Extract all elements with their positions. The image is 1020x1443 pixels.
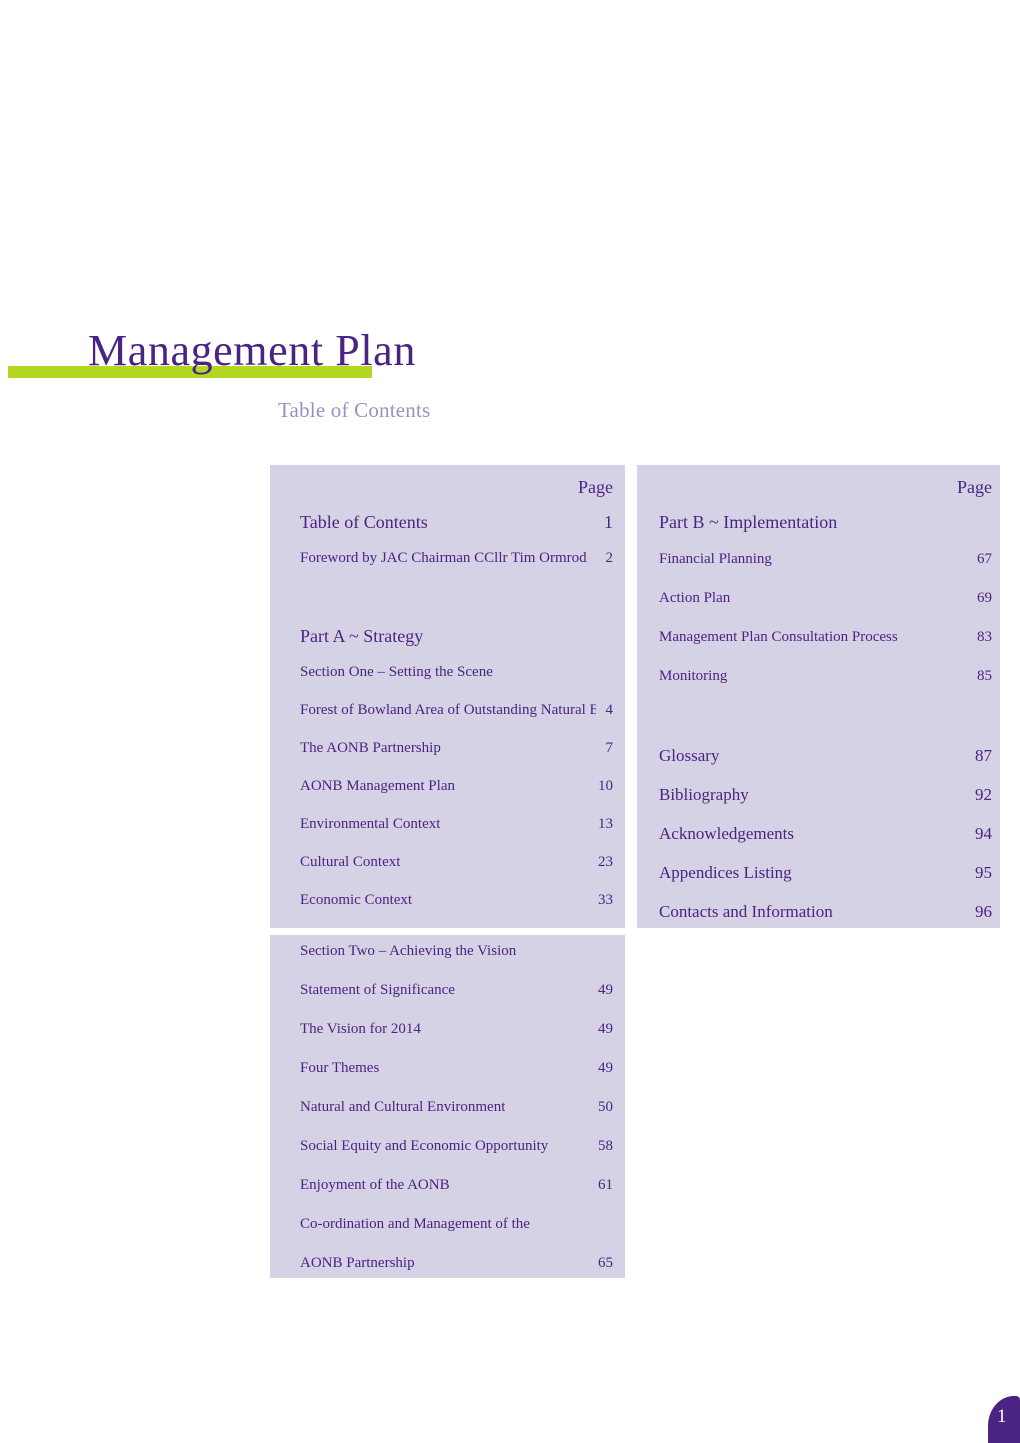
toc-entry-title: Enjoyment of the AONB — [300, 1177, 450, 1193]
toc-entry[interactable]: Section Two – Achieving the Vision — [300, 943, 613, 963]
toc-entry-page: 96 — [975, 902, 992, 921]
toc-entry[interactable]: Co-ordination and Management of the — [300, 1216, 613, 1236]
toc-entry-title: Foreword by JAC Chairman CCllr Tim Ormro… — [300, 550, 587, 566]
page-column-header: Page — [578, 477, 613, 497]
toc-entry[interactable]: Management Plan Consultation Process 83 — [659, 629, 992, 649]
toc-entry-title: The AONB Partnership — [300, 740, 441, 756]
toc-entry[interactable]: Action Plan 69 — [659, 590, 992, 610]
toc-entry-page: 50 — [598, 1099, 613, 1115]
toc-entry-title: Co-ordination and Management of the — [300, 1216, 530, 1232]
page-title: Management Plan — [88, 326, 416, 375]
toc-entry[interactable]: Natural and Cultural Environment 50 — [300, 1099, 613, 1119]
toc-entry-page: 23 — [598, 854, 613, 870]
toc-entry[interactable]: Environmental Context 13 — [300, 816, 613, 836]
toc-rows-document-two: Section Two – Achieving the Vision Statem… — [270, 935, 625, 1278]
toc-entry-title: Section One – Setting the Scene — [300, 664, 493, 680]
toc-panel-document-two: Section Two – Achieving the Vision Statem… — [270, 935, 625, 1278]
toc-rows-document-one: Page Table of Contents 1 Foreword by JAC Ch… — [270, 465, 625, 928]
toc-entry-title: Acknowledgements — [659, 824, 795, 843]
toc-entry-page: 83 — [977, 629, 992, 645]
toc-entry[interactable]: Statement of Significance 49 — [300, 982, 613, 1002]
toc-entry-page: 49 — [598, 982, 613, 998]
toc-entry-title: Bibliography — [659, 785, 749, 804]
toc-entry[interactable] — [659, 707, 992, 727]
toc-entry-page: 33 — [598, 892, 613, 908]
toc-entry-page: 2 — [605, 550, 614, 566]
page-column-header: Page — [957, 477, 992, 497]
toc-entry-page: 49 — [598, 1021, 613, 1037]
toc-entry-title: AONB Management Plan — [300, 778, 455, 794]
toc-entry-page: 7 — [605, 740, 614, 756]
toc-entry-title: Part B ~ Implementation — [659, 512, 838, 532]
toc-entry-title: Economic Context — [300, 892, 413, 908]
toc-entry[interactable]: Economic Context 33 — [300, 892, 613, 912]
toc-entry[interactable]: The AONB Partnership 7 — [300, 740, 613, 760]
toc-entry-title: Natural and Cultural Environment — [300, 1099, 506, 1115]
toc-entry-page: 4 — [605, 702, 614, 718]
toc-entry-page: 94 — [975, 824, 992, 843]
page-number-badge: 1 — [988, 1396, 1020, 1443]
toc-entry[interactable]: Foreword by JAC Chairman CCllr Tim Ormro… — [300, 550, 613, 570]
toc-entry-title: The Vision for 2014 — [300, 1021, 421, 1037]
toc-entry[interactable]: Glossary 87 — [659, 746, 992, 766]
toc-entry-page: 1 — [604, 512, 613, 532]
toc-entry-title: Section Two – Achieving the Vision — [300, 943, 517, 959]
page-number-label: 1 — [997, 1406, 1007, 1427]
toc-entry-title: Forest of Bowland Area of Outstanding Na… — [300, 702, 596, 718]
toc-entry-title: Table of Contents — [300, 512, 428, 532]
toc-entry-title: Part A ~ Strategy — [300, 626, 424, 646]
toc-entry-page: 58 — [598, 1138, 613, 1154]
toc-entry[interactable]: Contacts and Information 96 — [659, 902, 992, 922]
toc-entry-page: 87 — [975, 746, 992, 765]
toc-entry-page: 67 — [977, 551, 992, 567]
toc-entry-title: Action Plan — [659, 590, 731, 606]
toc-entry-page: 92 — [975, 785, 992, 804]
toc-entry-page: 69 — [977, 590, 992, 606]
toc-entry[interactable]: Part A ~ Strategy — [300, 626, 613, 646]
toc-entry[interactable]: Monitoring 85 — [659, 668, 992, 688]
document-title-block: Management Plan Table of Contents — [0, 160, 1020, 422]
toc-entry[interactable]: Part B ~ Implementation — [659, 512, 992, 532]
toc-entry[interactable]: The Vision for 2014 49 — [300, 1021, 613, 1041]
toc-panel-document-three: Page Part B ~ Implementation Financial Pla… — [637, 465, 1000, 928]
toc-entry-title: Management Plan Consultation Process — [659, 629, 898, 645]
toc-entry-page: 65 — [598, 1255, 613, 1271]
toc-entry-title: Four Themes — [300, 1060, 380, 1076]
toc-rows-document-three: Page Part B ~ Implementation Financial Pla… — [637, 465, 1000, 928]
toc-entry-title: Environmental Context — [300, 816, 441, 832]
toc-entry-page: 61 — [598, 1177, 613, 1193]
toc-entry-page: 49 — [598, 1060, 613, 1076]
toc-entry[interactable]: Four Themes 49 — [300, 1060, 613, 1080]
toc-entry[interactable]: Bibliography 92 — [659, 785, 992, 805]
toc-entry[interactable]: Forest of Bowland Area of Outstanding Na… — [300, 702, 613, 722]
toc-entry-title: Monitoring — [659, 668, 728, 684]
toc-entry-title: Appendices Listing — [659, 863, 792, 882]
toc-entry-title: Glossary — [659, 746, 720, 765]
toc-entry[interactable]: Enjoyment of the AONB 61 — [300, 1177, 613, 1197]
toc-entry-title: Financial Planning — [659, 551, 772, 567]
toc-entry-page: 85 — [977, 668, 992, 684]
toc-entry[interactable]: AONB Partnership 65 — [300, 1255, 613, 1275]
toc-entry[interactable]: Financial Planning 67 — [659, 551, 992, 571]
toc-entry[interactable]: AONB Management Plan 10 — [300, 778, 613, 798]
toc-entry-title: AONB Partnership — [300, 1255, 415, 1271]
toc-entry-page: 95 — [975, 863, 992, 882]
toc-entry[interactable]: Social Equity and Economic Opportunity 58 — [300, 1138, 613, 1158]
toc-entry-page: 10 — [598, 778, 613, 794]
toc-entry[interactable]: Appendices Listing 95 — [659, 863, 992, 883]
toc-entry-title: Contacts and Information — [659, 902, 833, 921]
page-subtitle: Table of Contents — [278, 398, 431, 422]
toc-entry-title: Statement of Significance — [300, 982, 455, 998]
toc-entry-page: 13 — [598, 816, 613, 832]
toc-entry[interactable] — [300, 588, 613, 608]
toc-entry[interactable]: Table of Contents 1 — [300, 512, 613, 532]
toc-entry[interactable]: Section One – Setting the Scene — [300, 664, 613, 684]
toc-entry[interactable]: Acknowledgements 94 — [659, 824, 992, 844]
toc-entry[interactable]: Cultural Context 23 — [300, 854, 613, 874]
toc-panel-document-one: Page Table of Contents 1 Foreword by JAC Ch… — [270, 465, 625, 928]
toc-entry-title: Social Equity and Economic Opportunity — [300, 1138, 549, 1154]
toc-entry-title: Cultural Context — [300, 854, 401, 870]
